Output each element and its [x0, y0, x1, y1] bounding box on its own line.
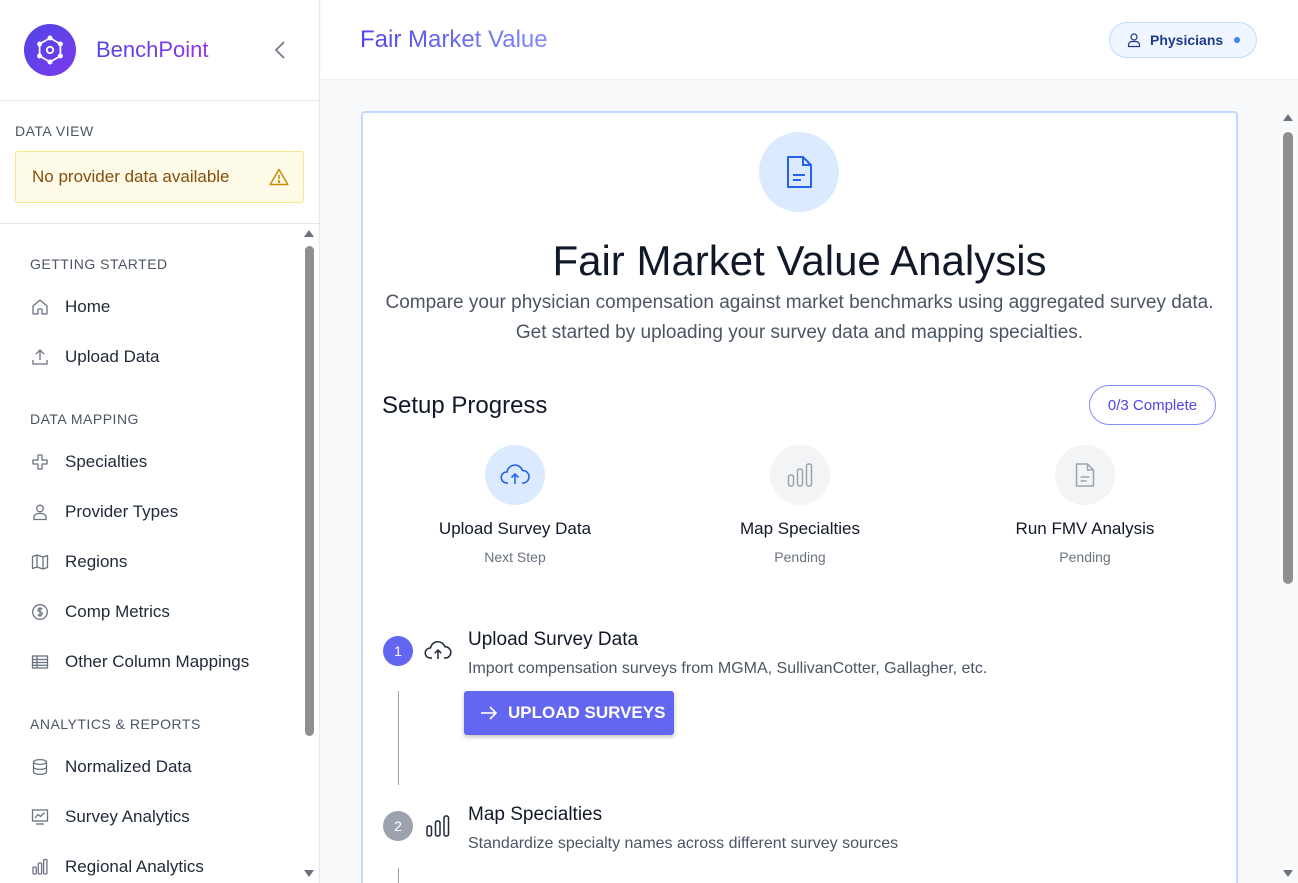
chart-trend-icon [30, 807, 50, 827]
map-icon [30, 552, 50, 572]
sidebar-item-label: Other Column Mappings [65, 652, 250, 671]
cloud-upload-icon [423, 636, 453, 666]
step-map-specialties[interactable]: Map Specialties Pending [675, 445, 925, 565]
bar-chart-icon [30, 857, 50, 877]
sidebar-item-home[interactable]: Home [30, 292, 110, 322]
sidebar-item-regions[interactable]: Regions [30, 547, 127, 577]
sidebar-scrollbar-thumb[interactable] [305, 246, 314, 736]
role-selector-button[interactable]: Physicians [1109, 22, 1257, 58]
upload-surveys-label: UPLOAD SURVEYS [508, 703, 666, 722]
main-scrollbar-thumb[interactable] [1283, 132, 1293, 584]
main-scrollbar[interactable] [1280, 112, 1296, 883]
step-title: Upload Survey Data [438, 519, 592, 538]
step-number-badge: 1 [383, 636, 413, 666]
step-number-badge: 2 [383, 811, 413, 841]
step-title: Run FMV Analysis [1015, 519, 1155, 538]
arrow-right-icon [480, 706, 498, 720]
scroll-down-arrow-icon[interactable] [304, 870, 314, 877]
table-icon [30, 652, 50, 672]
sidebar-item-regional-analytics[interactable]: Regional Analytics [30, 852, 204, 882]
scroll-down-arrow-icon[interactable] [1283, 870, 1293, 877]
brand-header: BenchPoint [0, 0, 319, 101]
sidebar: BenchPoint DATA VIEW No provider data av… [0, 0, 320, 883]
bar-chart-icon [423, 811, 453, 841]
timeline-step-title: Map Specialties [468, 804, 603, 825]
sidebar-item-label: Specialties [65, 452, 148, 471]
timeline-step-title: Upload Survey Data [468, 629, 639, 650]
atom-network-icon[interactable] [24, 24, 76, 76]
fmv-welcome-card: Fair Market Value Analysis Compare your … [361, 111, 1238, 883]
top-header: Fair Market Value Physicians [321, 0, 1298, 80]
brand-name: BenchPoint [96, 37, 209, 62]
step-status: Pending [774, 549, 826, 565]
step-status: Pending [1059, 549, 1111, 565]
nav-group-getting-started: GETTING STARTED [30, 256, 168, 272]
database-icon [30, 757, 50, 777]
progress-badge: 0/3 Complete [1089, 385, 1216, 425]
data-view-label: DATA VIEW [15, 123, 94, 139]
sidebar-item-label: Normalized Data [65, 757, 192, 776]
warning-text: No provider data available [32, 167, 230, 186]
sidebar-item-label: Regional Analytics [65, 857, 204, 876]
cloud-upload-icon [485, 445, 545, 505]
sidebar-item-survey-analytics[interactable]: Survey Analytics [30, 802, 190, 832]
scroll-up-arrow-icon[interactable] [1283, 114, 1293, 121]
chevron-left-icon [274, 41, 285, 59]
sidebar-item-label: Upload Data [65, 347, 160, 366]
sidebar-item-other-column-mappings[interactable]: Other Column Mappings [30, 647, 249, 677]
timeline-step-description: Standardize specialty names across diffe… [468, 835, 899, 852]
sidebar-item-label: Provider Types [65, 502, 179, 521]
no-data-warning: No provider data available [15, 151, 304, 203]
person-icon [30, 502, 50, 522]
step-run-fmv-analysis[interactable]: Run FMV Analysis Pending [960, 445, 1210, 565]
sidebar-item-specialties[interactable]: Specialties [30, 447, 147, 477]
sidebar-item-label: Regions [65, 552, 128, 571]
sidebar-item-normalized-data[interactable]: Normalized Data [30, 752, 192, 782]
bar-chart-icon [770, 445, 830, 505]
sidebar-item-provider-types[interactable]: Provider Types [30, 497, 178, 527]
upload-icon [30, 347, 50, 367]
upload-surveys-button[interactable]: UPLOAD SURVEYS [464, 691, 674, 735]
document-icon [759, 132, 839, 212]
sidebar-item-label: Survey Analytics [65, 807, 190, 826]
sidebar-item-label: Home [65, 297, 111, 316]
page-title: Fair Market Value [360, 26, 548, 53]
setup-progress-title: Setup Progress [382, 392, 548, 419]
home-icon [30, 297, 50, 317]
scroll-up-arrow-icon[interactable] [304, 230, 314, 237]
role-label: Physicians [1150, 32, 1224, 48]
document-icon [1055, 445, 1115, 505]
step-title: Map Specialties [739, 519, 860, 538]
step-upload-survey-data[interactable]: Upload Survey Data Next Step [390, 445, 640, 565]
sidebar-item-comp-metrics[interactable]: Comp Metrics [30, 597, 170, 627]
status-dot [1234, 37, 1241, 43]
hero-subtitle: Compare your physician compensation agai… [385, 292, 1214, 343]
person-icon [1127, 33, 1141, 48]
data-view-section: DATA VIEW No provider data available [0, 101, 319, 224]
hero-title: Fair Market Value Analysis [552, 237, 1047, 284]
sidebar-item-upload-data[interactable]: Upload Data [30, 342, 160, 372]
warning-triangle-icon [269, 168, 289, 186]
sidebar-nav: GETTING STARTED Home Upload Data DATA MA… [0, 224, 300, 883]
sidebar-scrollbar[interactable] [302, 228, 316, 883]
collapse-sidebar-button[interactable] [268, 38, 292, 62]
timeline-connector [398, 691, 399, 785]
app-root: BenchPoint DATA VIEW No provider data av… [0, 0, 1298, 883]
timeline-connector [398, 868, 399, 883]
timeline-step-description: Import compensation surveys from MGMA, S… [468, 660, 988, 677]
dollar-icon [30, 602, 50, 622]
medical-cross-icon [30, 452, 50, 472]
nav-group-data-mapping: DATA MAPPING [30, 411, 139, 427]
step-status: Next Step [484, 549, 546, 565]
nav-group-analytics-reports: ANALYTICS & REPORTS [30, 716, 201, 732]
sidebar-item-label: Comp Metrics [65, 602, 170, 621]
